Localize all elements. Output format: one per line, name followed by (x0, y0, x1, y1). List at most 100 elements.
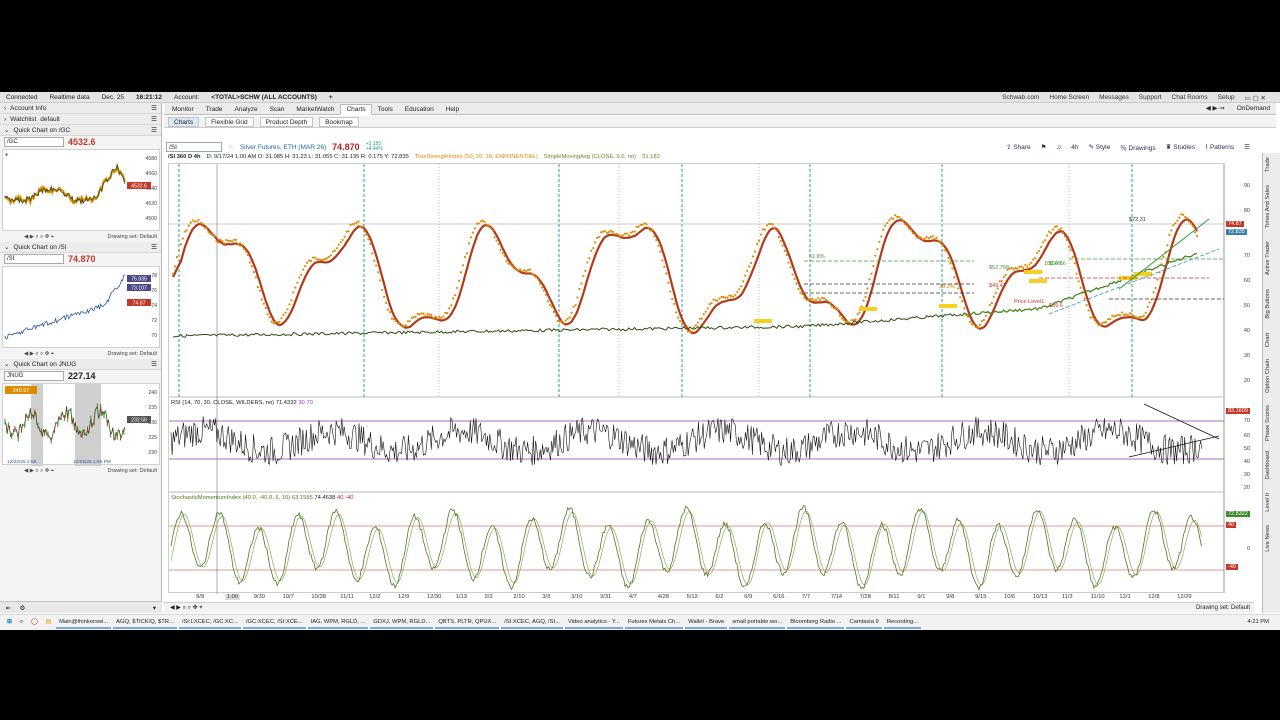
menu-icon[interactable]: ☰ (151, 115, 157, 123)
vtab-big-buttons[interactable]: Big Buttons (1265, 289, 1271, 319)
subtab-charts[interactable]: Charts (168, 116, 200, 127)
menu-tools[interactable]: Tools (372, 104, 399, 115)
chart-annotation: 38.2% (939, 284, 955, 290)
taskbar-window-item[interactable]: Camtasia 9 (846, 616, 882, 629)
menu-icon[interactable]: ☰ (151, 126, 157, 134)
share-button[interactable]: ⇪ Share (1006, 143, 1031, 151)
search-icon[interactable]: ⌕ (17, 616, 26, 629)
drawing-set-label[interactable]: Drawing set: Default (107, 468, 157, 474)
ondemand-button[interactable]: OnDemand (1237, 105, 1270, 112)
taskbar-window-item[interactable]: QBTS, PLTR, QPUX... (435, 616, 500, 629)
vtab-live-news[interactable]: Live News (1265, 525, 1271, 552)
symbol-input[interactable]: JNUG (4, 371, 64, 381)
sma-study-label[interactable]: SimpleMovingAvg (CLOSE, 9.0, no) (544, 154, 636, 163)
taskbar-window-item[interactable]: Wallet - Brave (685, 616, 728, 629)
taskbar-window-item[interactable]: Bloomberg Radio ... (787, 616, 845, 629)
menu-education[interactable]: Education (399, 104, 440, 115)
drawing-set-label[interactable]: Drawing set: Default (1196, 605, 1250, 611)
taskbar-window-item[interactable]: /SI:LXCEC, /GC:XC... (178, 616, 241, 629)
zoom-icons[interactable]: ◀ ▶ ⌕ ⌕ ✥ ⌖ (24, 234, 54, 241)
windows-start-icon[interactable]: ⊞ (4, 616, 15, 629)
drawings-button[interactable]: ％ Drawings (1120, 142, 1155, 152)
taskbar-window-item[interactable]: AGQ, $TICK/Q, $TR... (113, 616, 177, 629)
symbol-input[interactable]: /SI (4, 254, 64, 264)
window-controls[interactable]: ▭ ▢ ✕ (1245, 94, 1266, 102)
chart-symbol-input[interactable]: /SI (166, 142, 222, 152)
drawing-set-label[interactable]: Drawing set: Default (107, 234, 157, 240)
patterns-button[interactable]: ⌇ Patterns (1205, 143, 1234, 151)
quick-chart-si[interactable]: 78 76 74 72 70 74.87 75.935 73.107 (2, 266, 160, 348)
timeframe-button[interactable]: 4h (1071, 144, 1078, 151)
chat-rooms-link[interactable]: Chat Rooms (1172, 94, 1208, 101)
taskbar-window-item[interactable]: IAG, WPM, RGLD, ... (307, 616, 369, 629)
menu-help[interactable]: Help (440, 104, 465, 115)
drawing-set-label[interactable]: Drawing set: Default (107, 351, 157, 357)
style-button[interactable]: ✎ Style (1089, 143, 1111, 151)
vtab-level-ii[interactable]: Level II (1265, 493, 1271, 512)
menu-icon[interactable]: ☰ (151, 104, 157, 112)
quick-chart-si-header[interactable]: ⌄ Quick Chart on /SI ☰ (0, 242, 161, 253)
menu-trade[interactable]: Trade (200, 104, 229, 115)
bell-icon[interactable]: ♫ (1056, 144, 1061, 151)
schwab-link[interactable]: Schwab.com (1002, 94, 1039, 101)
vtab-active-trader[interactable]: Active Trader (1265, 241, 1271, 275)
menu-icon[interactable]: ☰ (151, 360, 157, 368)
quick-chart-gc[interactable]: 4580 4560 4540 4520 4500 4532.6 ● (2, 149, 160, 231)
subtab-bookmap[interactable]: Bookmap (319, 116, 359, 127)
vtab-dashboard[interactable]: Dashboard (1265, 451, 1271, 479)
menu-icon[interactable]: ☰ (1244, 143, 1250, 151)
zoom-icons[interactable]: ◀ ▶ ⌕ ⌕ ✥ ⌖ (24, 351, 54, 358)
main-chart-area[interactable]: $52.798 $54.56 $72.31 $39.6 $49.41 Price Leve… (168, 163, 1279, 594)
zoom-icons[interactable]: ◀ ▶ ⌕ ⌕ ✥ ⌖ (24, 468, 54, 475)
setup-link[interactable]: Setup (1218, 94, 1235, 101)
taskbar-window-item[interactable]: /GC:XCEC, /SI:XCE... (242, 616, 306, 629)
vtab-chart[interactable]: Chart (1265, 333, 1271, 347)
smi-study-header[interactable]: StochasticMomentumIndex (40.0, -40.0, 6,… (171, 495, 354, 501)
tsi-study-label[interactable]: TrueStrengthIndex (50, 26, 16, EXPONENTI… (415, 154, 538, 163)
account-selector[interactable]: <TOTAL>SCHW (ALL ACCOUNTS) (211, 94, 317, 101)
add-account-button[interactable]: + (329, 94, 333, 101)
account-info-header[interactable]: › Account Info ☰ (0, 103, 161, 114)
messages-link[interactable]: Messages (1099, 94, 1129, 101)
quick-chart-jnug-header[interactable]: ⌄ Quick Chart on JNUG ☰ (0, 359, 161, 370)
dropdown-icon[interactable]: ▾ (153, 604, 156, 612)
vtab-phase-scores[interactable]: Phase Scores (1265, 405, 1271, 441)
menu-analyze[interactable]: Analyze (228, 104, 263, 115)
quick-chart-gc-header[interactable]: ⌄ Quick Chart on /GC ☰ (0, 125, 161, 136)
taskbar-clock[interactable]: 4:21 PM (1244, 616, 1272, 629)
menu-monitor[interactable]: Monitor (166, 104, 200, 115)
quick-chart-jnug[interactable]: 240 235 230 225 220 232.56 240.97 12/22/25 2:55… (2, 383, 160, 466)
studies-button[interactable]: ♜ Studies (1166, 143, 1195, 151)
symbol-input[interactable]: /GC (4, 137, 64, 147)
watchlist-header[interactable]: › Watchlist default ☰ (0, 114, 161, 125)
menu-marketwatch[interactable]: MarketWatch (290, 104, 340, 115)
gear-icon[interactable]: ⚙ (19, 604, 25, 612)
taskbar-window-item[interactable]: small portable wo... (729, 616, 786, 629)
collapse-icon[interactable]: ⇤ (6, 604, 11, 612)
subtab-product-depth[interactable]: Product Depth (259, 116, 314, 127)
file-explorer-icon[interactable]: ▤ (43, 616, 54, 629)
taskbar-window-item[interactable]: Main@thinkorswi... (56, 616, 112, 629)
rsi-study-header[interactable]: RSI (14, 70, 30, CLOSE, WILDERS, no) 71.… (171, 400, 313, 406)
taskbar-window-item[interactable]: /SI:XCEC, AGQ, /SI... (501, 616, 563, 629)
vtab-trade[interactable]: Trade (1265, 157, 1271, 172)
home-screen-link[interactable]: Home Screen (1049, 94, 1089, 101)
subtab-flexible-grid[interactable]: Flexible Grid (205, 116, 254, 127)
menu-scan[interactable]: Scan (264, 104, 291, 115)
scroll-icons[interactable]: ◀ ▶ ⌕ ⌕ ✥ ⌖ (170, 604, 203, 612)
watchlist-selector[interactable]: default (40, 116, 60, 123)
nav-arrows[interactable]: ◀ ▶ ⇒ (1206, 104, 1225, 112)
vtab-times-and-sales[interactable]: Times And Sales (1265, 185, 1271, 228)
taskbar-window-item[interactable]: GDXJ, WPM, RGLD... (370, 616, 434, 629)
info-icon[interactable]: ● (5, 152, 8, 158)
taskbar-window-item[interactable]: Video analytics - Y... (564, 616, 623, 629)
taskbar-window-item[interactable]: Futures Metals Ch... (624, 616, 684, 629)
vtab-option-chain[interactable]: Option Chain (1265, 359, 1271, 393)
opera-icon[interactable]: ◯ (28, 616, 41, 629)
alert-icon[interactable]: ⚑ (1041, 143, 1047, 151)
menu-charts[interactable]: Charts (340, 104, 372, 115)
star-icon[interactable]: ☆ (228, 143, 234, 151)
support-link[interactable]: Support (1139, 94, 1162, 101)
menu-icon[interactable]: ☰ (151, 243, 157, 251)
taskbar-window-item[interactable]: Recording... (883, 616, 922, 629)
